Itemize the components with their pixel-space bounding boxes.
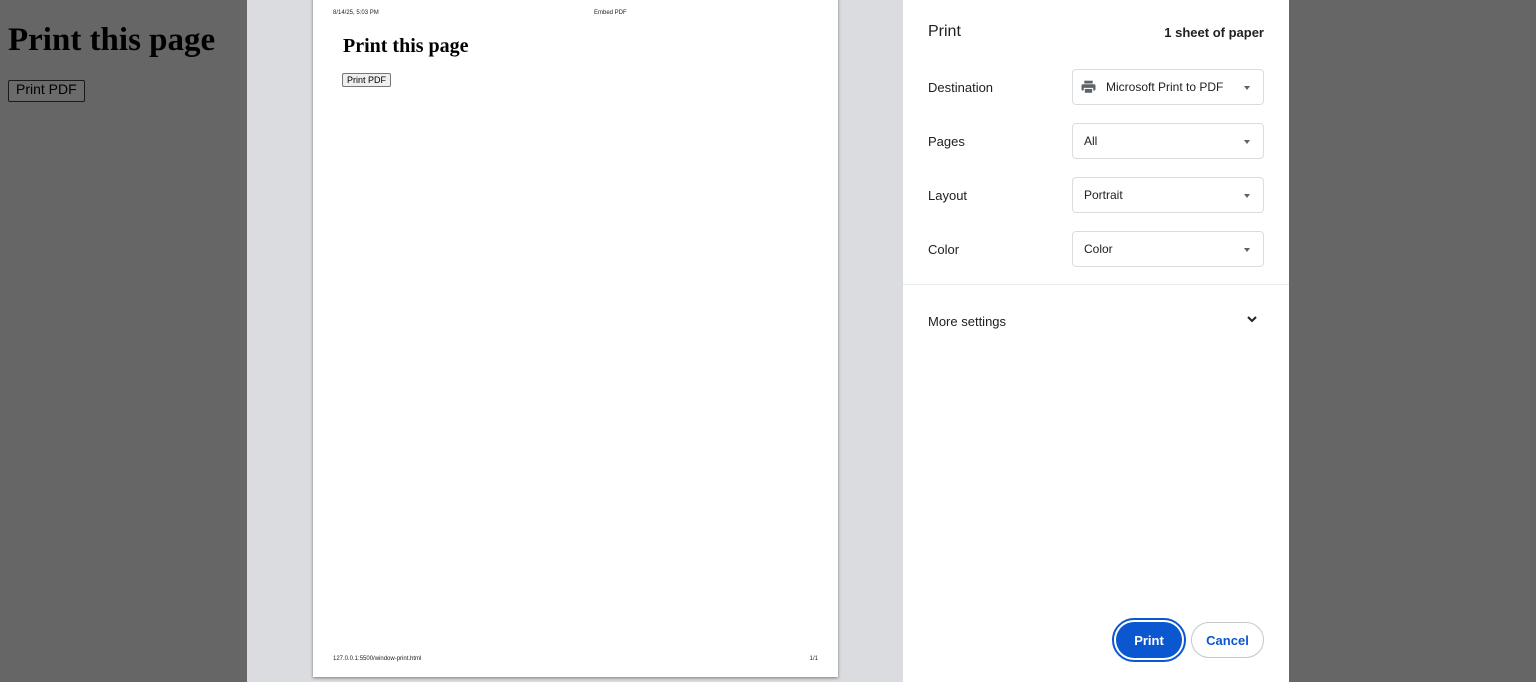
printer-icon (1081, 80, 1096, 94)
background-page-title: Print this page (8, 22, 216, 58)
preview-footer-url: 127.0.0.1:5500/window-print.html (333, 656, 422, 662)
chevron-down-icon (1244, 248, 1250, 252)
background-print-pdf-button: Print PDF (8, 80, 85, 102)
preview-header-title: Embed PDF (594, 10, 627, 16)
layout-select[interactable]: Portrait (1072, 177, 1264, 213)
expand-chevron-icon[interactable] (1245, 312, 1259, 326)
preview-page-title: Print this page (343, 35, 469, 57)
layout-value: Portrait (1084, 188, 1123, 202)
preview-footer-page-number: 1/1 (809, 656, 818, 662)
color-label: Color (928, 242, 960, 257)
print-button[interactable]: Print (1112, 618, 1186, 662)
sheet-count: 1 sheet of paper (1164, 25, 1264, 40)
settings-divider (903, 284, 1289, 285)
print-dialog-title: Print (928, 23, 961, 40)
chevron-down-icon (1244, 194, 1250, 198)
print-settings-panel: Print 1 sheet of paper Destination Micro… (903, 0, 1289, 682)
print-dialog: 8/14/25, 5:03 PM Embed PDF Print this pa… (247, 0, 1289, 682)
pages-label: Pages (928, 134, 965, 149)
print-preview-area[interactable]: 8/14/25, 5:03 PM Embed PDF Print this pa… (247, 0, 903, 682)
chevron-down-icon (1244, 140, 1250, 144)
destination-value: Microsoft Print to PDF (1106, 80, 1224, 94)
cancel-button[interactable]: Cancel (1191, 622, 1264, 658)
preview-page: 8/14/25, 5:03 PM Embed PDF Print this pa… (313, 0, 838, 677)
pages-value: All (1084, 134, 1098, 148)
chevron-down-icon (1244, 86, 1250, 90)
color-value: Color (1084, 242, 1113, 256)
preview-header-date: 8/14/25, 5:03 PM (333, 10, 379, 16)
color-select[interactable]: Color (1072, 231, 1264, 267)
more-settings-toggle[interactable]: More settings (928, 314, 1006, 329)
destination-label: Destination (928, 80, 994, 95)
destination-select[interactable]: Microsoft Print to PDF (1072, 69, 1264, 105)
preview-print-pdf-button: Print PDF (342, 73, 392, 87)
pages-select[interactable]: All (1072, 123, 1264, 159)
layout-label: Layout (928, 188, 968, 203)
